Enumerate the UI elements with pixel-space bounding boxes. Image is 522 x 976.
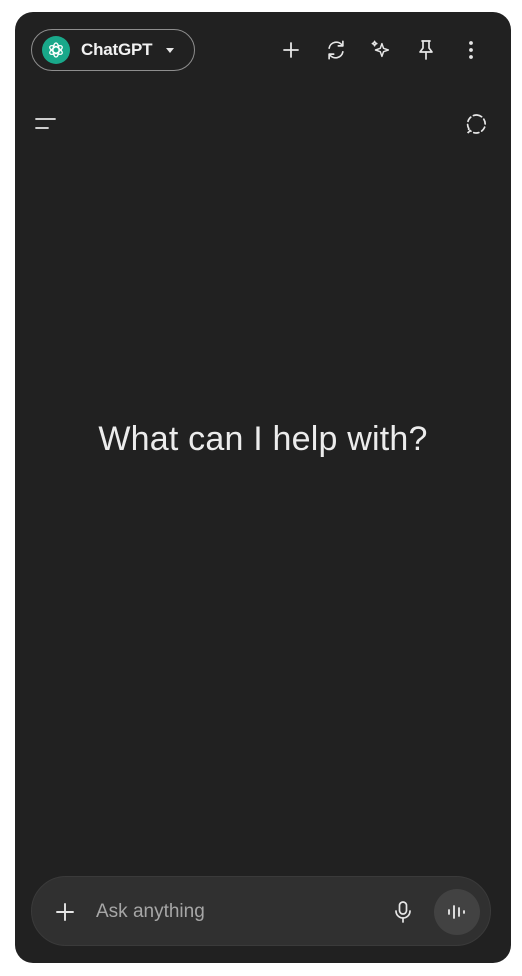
refresh-button[interactable] (323, 37, 349, 63)
message-composer (31, 876, 491, 946)
message-input[interactable] (96, 897, 366, 927)
sparkle-button[interactable] (368, 37, 394, 63)
welcome-headline: What can I help with? (98, 420, 428, 458)
add-attachment-button[interactable] (52, 899, 78, 925)
chatgpt-logo-icon (42, 36, 70, 64)
new-chat-button[interactable] (278, 37, 304, 63)
model-selector-button[interactable]: ChatGPT (31, 29, 195, 71)
pin-button[interactable] (413, 37, 439, 63)
refresh-icon (328, 40, 344, 60)
chat-toolbar (15, 107, 511, 147)
voice-mode-icon (448, 905, 465, 919)
temporary-chat-icon (466, 114, 486, 134)
more-options-button[interactable] (458, 37, 484, 63)
plus-icon (283, 42, 299, 58)
app-title: ChatGPT (81, 40, 153, 59)
temporary-chat-button[interactable] (463, 110, 491, 138)
sparkle-icon (371, 40, 390, 58)
pin-icon (419, 40, 433, 60)
top-bar: ChatGPT (15, 12, 511, 92)
chevron-down-icon (166, 47, 175, 53)
chat-panel: ChatGPT What can I help with? Ask anythi… (15, 12, 511, 963)
voice-mode-button[interactable] (434, 889, 480, 935)
more-vertical-icon (469, 41, 473, 59)
plus-icon (56, 903, 74, 921)
sidebar-menu-button[interactable] (31, 110, 59, 138)
microphone-icon (395, 901, 411, 923)
menu-icon (35, 118, 56, 129)
dictate-button[interactable] (390, 899, 416, 925)
